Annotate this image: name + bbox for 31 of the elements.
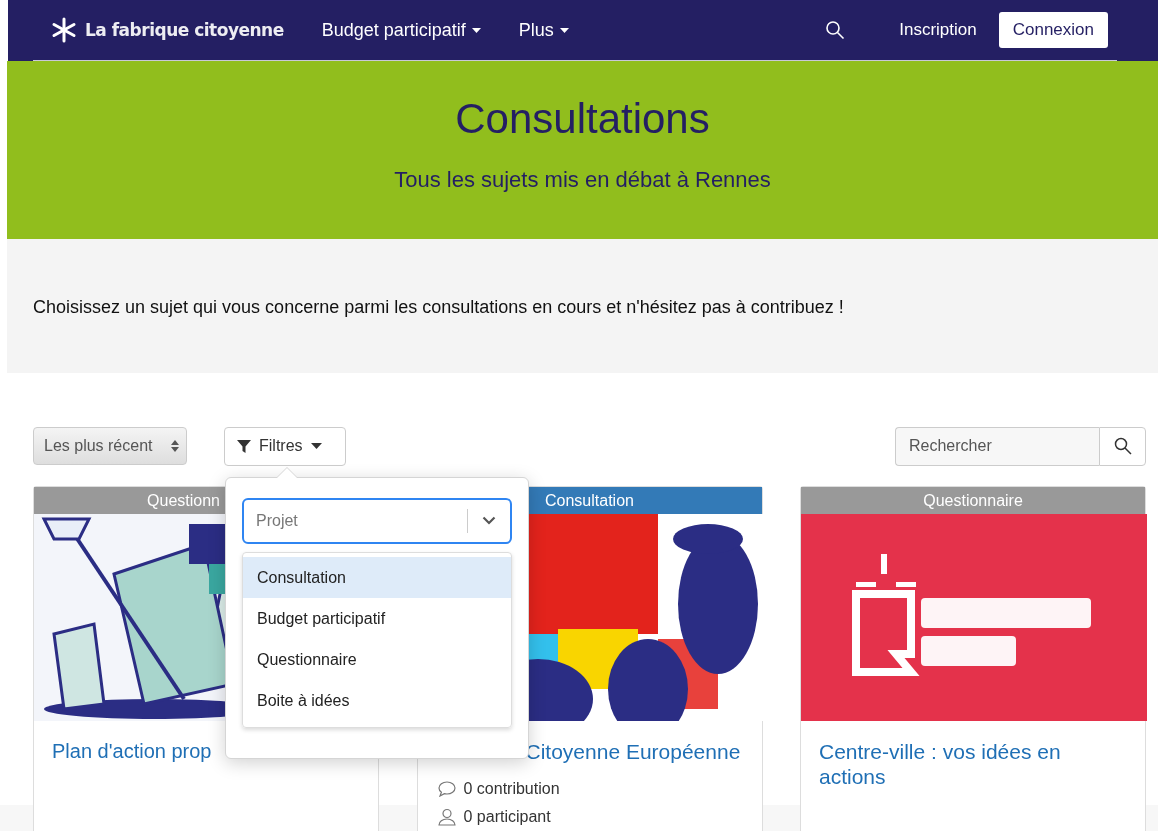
search-icon [1113,437,1132,455]
funnel-icon [237,439,251,453]
filter-button[interactable]: Filtres [224,426,346,466]
site-logo[interactable]: La fabrique citoyenne [85,20,284,40]
project-select[interactable]: Projet [242,497,512,544]
caret-icon [310,443,322,449]
page-subtitle: Tous les sujets mis en débat à Rennes [393,167,772,193]
page-title: Consultations [454,95,711,143]
chevron-down-icon [482,516,496,525]
card-type-label: Questionnaire [801,487,1145,514]
user-icon [437,808,456,826]
menu-option[interactable]: Budget participatif [243,597,511,639]
intro-text: Choisissez un sujet qui vous concerne parmi les consultations en cours et n'hésitez pas à contribuez ! [33,297,845,318]
stat-text: 0 contribution [463,780,560,798]
search-icon[interactable] [825,20,846,40]
search-button[interactable] [1099,426,1146,466]
nav-menu-item[interactable]: Budget participatif [321,19,481,41]
menu-option[interactable]: Consultation [243,556,511,598]
card-title-link[interactable]: Citoyenne Européenne [525,739,744,764]
nav-menu-item[interactable]: Plus [518,19,569,41]
search-field[interactable]: Rechercher [895,426,1099,466]
menu-option[interactable]: Questionnaire [243,638,511,680]
speech-bubble-icon [437,781,456,797]
asterisk-logo-icon [51,17,77,43]
signup-link[interactable]: Inscription [899,20,977,40]
sort-select[interactable]: Les plus récent [33,427,187,465]
menu-option[interactable]: Boite à idées [243,679,511,721]
login-button[interactable]: Connexion [998,12,1108,48]
stat-text: 0 participant [463,808,551,826]
card-title-link[interactable]: Centre-ville : vos idées en actions [819,739,1127,789]
sort-arrows-icon [171,439,179,453]
